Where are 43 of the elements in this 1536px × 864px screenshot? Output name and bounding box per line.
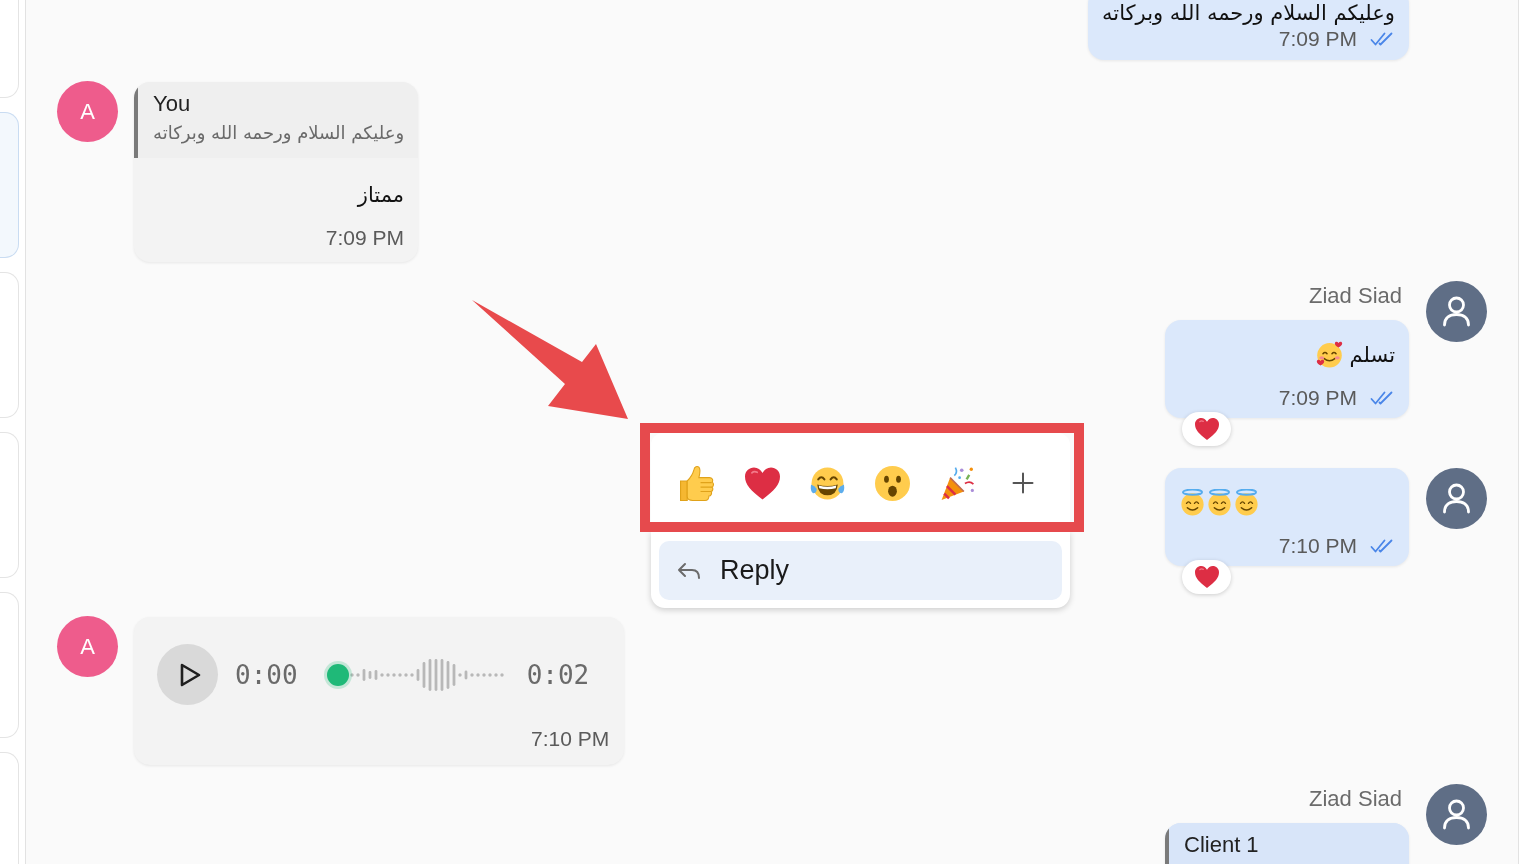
message-time: 7:10 PM [531, 726, 610, 752]
message-text: وعليكم السلام ورحمه الله وبركاته [1102, 0, 1395, 25]
audio-elapsed-time: 0:00 [235, 659, 298, 690]
avatar: A [57, 616, 118, 677]
person-avatar-icon [1426, 784, 1487, 845]
halo-smiling-face-icon [1179, 489, 1206, 517]
avatar: A [57, 81, 118, 142]
chat-list-item[interactable] [0, 592, 19, 738]
heart-icon [1194, 418, 1219, 440]
reaction-badge[interactable] [1182, 560, 1231, 594]
chat-list-item[interactable] [0, 112, 19, 258]
reply-menu-item[interactable]: Reply [659, 541, 1062, 600]
audio-duration: 0:02 [526, 659, 590, 690]
quoted-message[interactable]: Client 1 [1165, 823, 1409, 864]
laughing-crying-face-icon [810, 465, 845, 501]
message-time: 7:09 PM [1278, 26, 1357, 52]
message-text: ممتاز [357, 182, 405, 207]
heart-icon [1194, 566, 1219, 588]
halo-smiling-face-icon [1233, 489, 1260, 517]
message-time: 7:09 PM [1278, 385, 1357, 411]
thumbs-up-icon [680, 465, 715, 501]
heart-icon [745, 465, 780, 501]
party-popper-icon [940, 465, 975, 501]
sender-name: Ziad Siad [1309, 786, 1402, 812]
message-time: 7:09 PM [325, 225, 405, 251]
playhead-thumb[interactable] [326, 663, 349, 686]
surprised-face-icon [875, 465, 910, 501]
reaction-badge[interactable] [1182, 412, 1231, 446]
person-avatar-icon [1426, 281, 1487, 342]
quoted-author: You [153, 92, 192, 116]
person-avatar-icon [1426, 468, 1487, 529]
sender-name: Ziad Siad [1309, 283, 1402, 309]
reply-arrow-icon [677, 561, 701, 580]
chat-list-item[interactable] [0, 752, 19, 864]
halo-smiling-face-icon [1206, 489, 1233, 517]
chat-list-item[interactable] [0, 272, 19, 418]
message-time: 7:10 PM [1278, 533, 1357, 559]
smiling-face-with-hearts-icon [1316, 341, 1344, 369]
message-text: تسلم [1349, 342, 1395, 367]
plus-icon [1011, 472, 1034, 494]
quoted-text: وعليكم السلام ورحمه الله وبركاته [153, 121, 405, 146]
quoted-author: Client 1 [1184, 833, 1260, 857]
chat-list-item[interactable] [0, 432, 19, 578]
